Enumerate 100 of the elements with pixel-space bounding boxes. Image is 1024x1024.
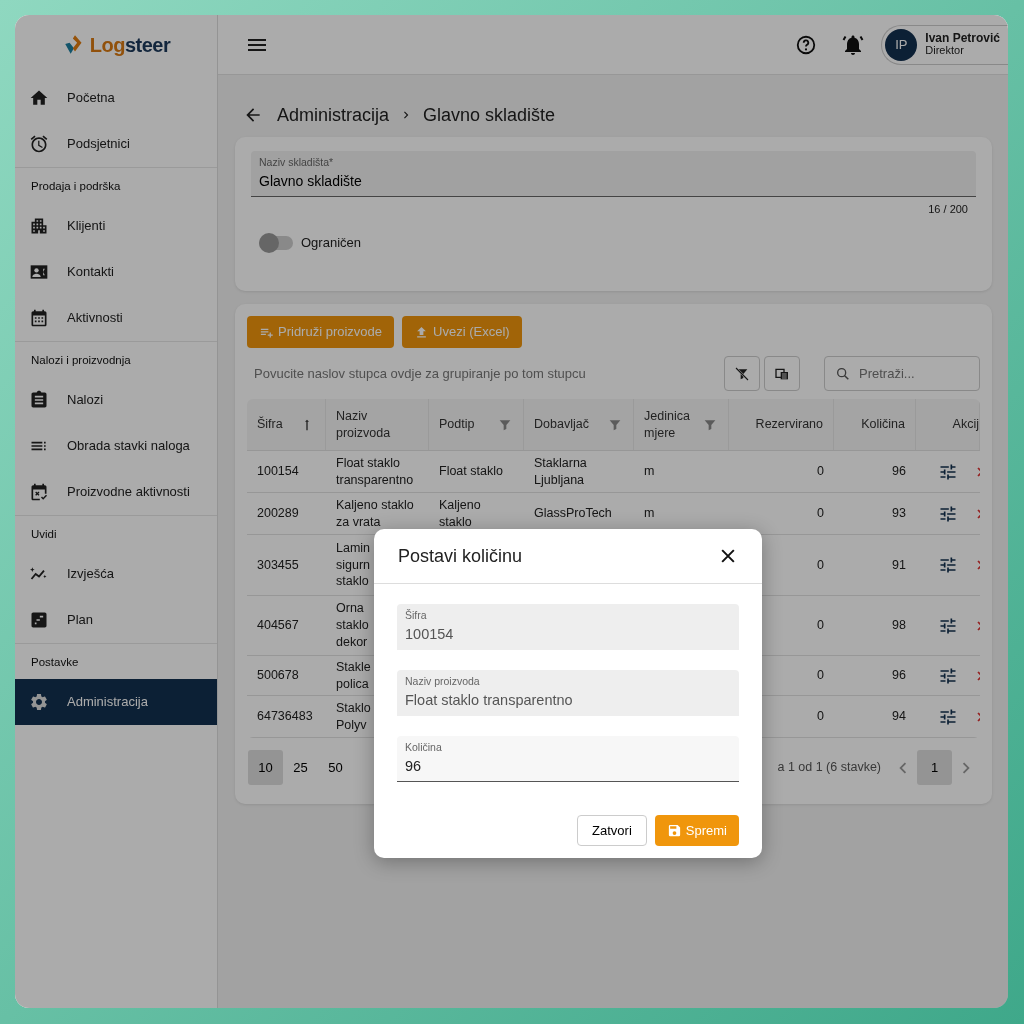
field-label: Naziv proizvoda bbox=[405, 674, 481, 689]
table-cell: 0 bbox=[817, 667, 824, 684]
search-icon bbox=[835, 365, 851, 382]
home-icon bbox=[29, 88, 49, 108]
clipboard-icon bbox=[29, 390, 49, 410]
field-label: Naziv skladišta* bbox=[259, 155, 335, 170]
save-icon bbox=[666, 823, 682, 838]
calendar-icon bbox=[29, 308, 49, 328]
logo-text: steer bbox=[124, 33, 171, 58]
alarm-clock-icon bbox=[29, 134, 49, 154]
column-header[interactable]: Akcij bbox=[916, 399, 980, 450]
table-cell: Kaljeno staklo bbox=[439, 496, 481, 531]
sidebar-item[interactable]: Kontakti bbox=[15, 249, 217, 295]
sidebar-item[interactable]: Klijenti bbox=[15, 203, 217, 249]
sidebar-item[interactable]: Aktivnosti bbox=[15, 295, 217, 341]
table-cell: 98 bbox=[892, 617, 906, 634]
column-header[interactable]: Rezervirano bbox=[729, 399, 834, 450]
table-cell: 94 bbox=[892, 708, 906, 725]
column-header[interactable]: Jedinica mjere bbox=[634, 399, 729, 450]
column-header[interactable]: Naziv proizvoda bbox=[326, 399, 429, 450]
table-cell: Stakle polica bbox=[336, 658, 371, 693]
character-counter: 16 / 200 bbox=[927, 201, 969, 217]
user-chip[interactable]: IP Ivan Petrović Direktor bbox=[881, 24, 1008, 65]
table-cell: 200289 bbox=[257, 505, 299, 522]
chevron-right-icon bbox=[962, 760, 970, 775]
user-role: Direktor bbox=[925, 45, 965, 57]
table-cell: Staklo Polyv bbox=[336, 699, 371, 734]
table-cell: 93 bbox=[892, 505, 906, 522]
page-size-button[interactable]: 50 bbox=[318, 750, 353, 785]
sidebar-item[interactable]: Plan bbox=[15, 597, 217, 643]
table-cell: m bbox=[644, 505, 655, 522]
table-cell: 0 bbox=[817, 556, 824, 574]
toggle-switch[interactable] bbox=[259, 236, 293, 250]
clear-filter-button[interactable] bbox=[724, 356, 760, 391]
text-input[interactable]: Glavno skladište bbox=[259, 170, 968, 192]
search-field[interactable]: Pretraži... bbox=[824, 356, 980, 391]
table-cell: 64736483 bbox=[257, 708, 313, 725]
filter-off-icon bbox=[734, 365, 750, 382]
text-input[interactable]: 96 bbox=[405, 755, 731, 778]
table-cell: Orna staklo dekor bbox=[336, 600, 369, 651]
table-cell: 0 bbox=[817, 463, 824, 480]
table-cell: 96 bbox=[892, 463, 906, 480]
column-chooser-button[interactable] bbox=[764, 356, 800, 391]
table-cell: 100154 bbox=[257, 463, 299, 480]
sidebar-item[interactable]: Obrada stavki naloga bbox=[15, 423, 217, 469]
table-cell: 303455 bbox=[257, 556, 299, 574]
table-cell: Float staklo bbox=[439, 463, 503, 480]
table-cell: 96 bbox=[892, 667, 906, 684]
close-dialog-button[interactable]: Zatvori bbox=[577, 815, 647, 846]
table-cell: Kaljeno staklo za vrata bbox=[336, 496, 414, 531]
settings-icon bbox=[29, 692, 49, 712]
logo-text: Log bbox=[89, 33, 125, 58]
field-label: Količina bbox=[405, 740, 443, 755]
avatar: IP bbox=[885, 28, 918, 61]
sidebar-item[interactable]: Administracija bbox=[15, 679, 217, 725]
table-cell: 0 bbox=[817, 505, 824, 522]
table-cell: Float staklo transparentno bbox=[336, 454, 414, 489]
table-cell: 0 bbox=[817, 708, 824, 725]
section-label: Uvidi bbox=[15, 515, 217, 551]
section-label: Nalozi i proizvodnja bbox=[15, 341, 217, 377]
column-header[interactable]: Šifra bbox=[247, 399, 326, 450]
table-cell: Staklarna Ljubljana bbox=[534, 454, 587, 489]
sidebar-item[interactable]: Izvješća bbox=[15, 551, 217, 597]
field-label: Šifra bbox=[405, 608, 428, 623]
sidebar-item[interactable]: Podsjetnici bbox=[15, 121, 217, 167]
sidebar-item[interactable]: Nalozi bbox=[15, 377, 217, 423]
help-button[interactable] bbox=[795, 33, 818, 56]
table-cell: 0 bbox=[817, 617, 824, 634]
user-name: Ivan Petrović bbox=[925, 32, 1000, 45]
page-size-button[interactable]: 25 bbox=[283, 750, 318, 785]
contact-card-icon bbox=[29, 262, 49, 282]
table-cell: 91 bbox=[892, 556, 906, 574]
page-button[interactable]: 1 bbox=[917, 750, 952, 785]
sidebar-item[interactable]: Početna bbox=[15, 75, 217, 121]
column-header[interactable]: Podtip bbox=[429, 399, 524, 450]
sliders-icon bbox=[938, 555, 958, 575]
building-icon bbox=[29, 216, 49, 236]
table-cell: m bbox=[644, 463, 655, 480]
section-label: Prodaja i podrška bbox=[15, 167, 217, 203]
page-info: a 1 od 1 (6 stavke) bbox=[777, 759, 881, 777]
table-cell: 500678 bbox=[257, 667, 299, 684]
toggle-label: Ograničen bbox=[301, 234, 361, 253]
breadcrumb-item[interactable]: Administracija bbox=[277, 101, 390, 129]
help-icon bbox=[795, 33, 818, 56]
table-cell: Lamin sigurn staklo bbox=[336, 539, 371, 591]
page-size-button[interactable]: 10 bbox=[248, 750, 283, 785]
name-field[interactable]: Naziv skladišta* Glavno skladište bbox=[251, 151, 976, 197]
calendar-check-icon bbox=[29, 482, 49, 502]
group-hint: Povucite naslov stupca ovdje za grupiranje po tom stupcu bbox=[254, 364, 587, 383]
dialog-title: Postavi količinu bbox=[398, 544, 523, 568]
document-icon bbox=[29, 610, 49, 630]
breadcrumb-item: Glavno skladište bbox=[423, 103, 556, 127]
search-input[interactable]: Pretraži... bbox=[857, 362, 967, 385]
table-cell: GlassProTech bbox=[534, 505, 612, 522]
chevron-left-icon bbox=[899, 760, 907, 775]
input-field[interactable]: Količina 96 bbox=[397, 736, 739, 782]
column-header[interactable]: Količina bbox=[834, 399, 916, 450]
table-cell: 404567 bbox=[257, 617, 299, 634]
sidebar-item[interactable]: Proizvodne aktivnosti bbox=[15, 469, 217, 515]
column-header[interactable]: Dobavljač bbox=[524, 399, 634, 450]
